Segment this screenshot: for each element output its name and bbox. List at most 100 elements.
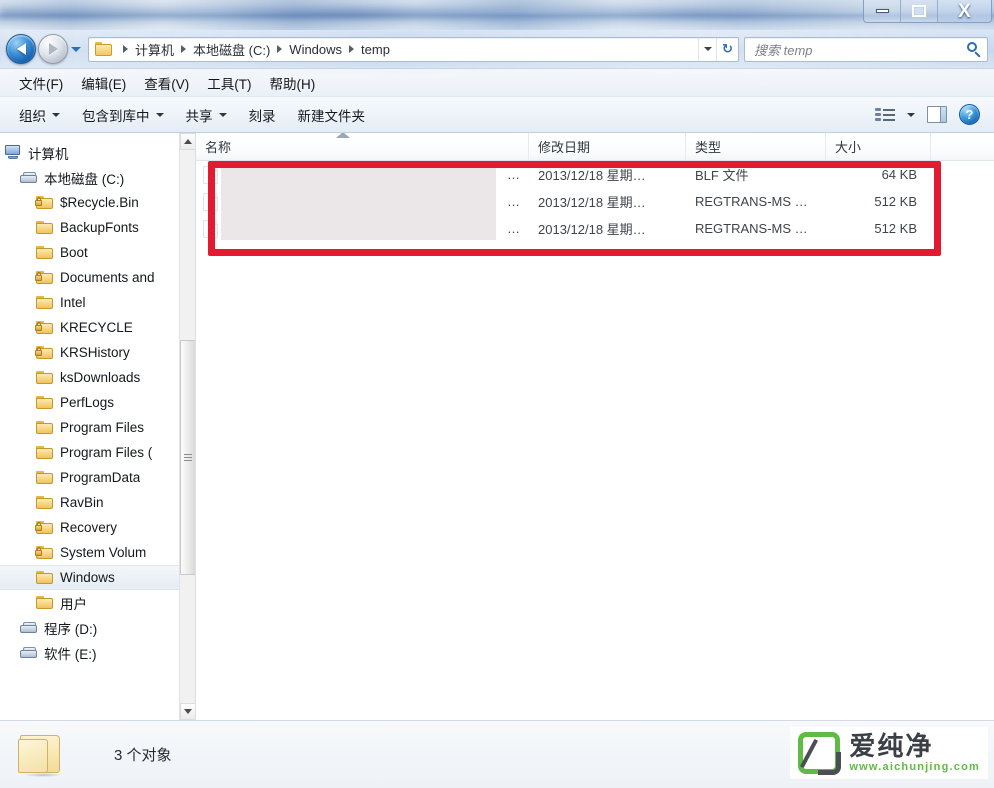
breadcrumb-separator-icon (277, 45, 283, 53)
change-view-button[interactable] (869, 107, 901, 122)
view-options-dropdown[interactable] (901, 112, 921, 117)
sidebar-item-label: Documents and (60, 270, 155, 285)
sidebar-item-program-files[interactable]: Program Files (0, 415, 179, 440)
sidebar-item-intel[interactable]: Intel (0, 290, 179, 315)
title-bar: X (0, 0, 994, 30)
sidebar-item-label: ProgramData (60, 470, 141, 485)
column-header-3[interactable]: 大小 (826, 133, 931, 160)
close-button[interactable]: X (938, 0, 991, 22)
lock-icon (35, 321, 42, 331)
folder-icon (36, 445, 54, 460)
preview-pane-icon (927, 106, 947, 123)
sidebar-item-label: ksDownloads (60, 370, 141, 385)
sidebar-item-programdata[interactable]: ProgramData (0, 465, 179, 490)
lock-icon (35, 546, 42, 556)
sidebar-item-windows[interactable]: Windows (0, 565, 179, 590)
share-button[interactable]: 共享 (175, 101, 238, 129)
sidebar-item-krecycle[interactable]: KRECYCLE (0, 315, 179, 340)
breadcrumb-bar[interactable]: 计算机 本地磁盘 (C:) Windows temp ↻ (88, 36, 739, 62)
sidebar-item-ksdownloads[interactable]: ksDownloads (0, 365, 179, 390)
sidebar-item-[interactable]: 用户 (0, 590, 179, 615)
file-size-cell: 512 KB (874, 194, 917, 209)
column-header-2[interactable]: 类型 (686, 133, 826, 160)
file-date-cell: 2013/12/18 星期… (538, 222, 646, 237)
menu-item-help[interactable]: 帮助(H) (261, 70, 325, 96)
arrow-right-icon (48, 43, 58, 55)
breadcrumb-item-3[interactable]: temp (361, 42, 390, 57)
sidebar-item-program-files[interactable]: Program Files ( (0, 440, 179, 465)
aichunjing-logo-icon (798, 732, 842, 775)
menu-item-file[interactable]: 文件(F) (10, 70, 72, 96)
burn-button[interactable]: 刻录 (238, 101, 287, 129)
navigation-scrollbar[interactable] (179, 133, 195, 720)
sidebar-item-recovery[interactable]: Recovery (0, 515, 179, 540)
drive-icon (20, 171, 38, 185)
menu-bar: 文件(F) 编辑(E) 查看(V) 工具(T) 帮助(H) (0, 68, 994, 97)
sidebar-item-documents-and[interactable]: Documents and (0, 265, 179, 290)
organize-button[interactable]: 组织 (8, 101, 71, 129)
forward-button[interactable] (38, 34, 68, 64)
sidebar-item-label: KRSHistory (60, 345, 130, 360)
chevron-down-icon (703, 47, 712, 51)
arrow-left-icon (16, 43, 26, 55)
sidebar-item-backupfonts[interactable]: BackupFonts (0, 215, 179, 240)
menu-item-edit[interactable]: 编辑(E) (72, 70, 135, 96)
include-in-library-button[interactable]: 包含到库中 (71, 101, 175, 129)
help-button[interactable]: ? (953, 104, 986, 125)
search-icon (966, 41, 983, 58)
column-header-1[interactable]: 修改日期 (529, 133, 686, 160)
sidebar-item-ravbin[interactable]: RavBin (0, 490, 179, 515)
recent-locations-button[interactable] (69, 34, 83, 64)
breadcrumb-item-1[interactable]: 本地磁盘 (C:) (193, 40, 270, 59)
column-header-label: 名称 (205, 139, 232, 155)
column-header-label: 修改日期 (538, 139, 591, 155)
address-dropdown-button[interactable] (698, 37, 716, 61)
sidebar-item-e[interactable]: 软件 (E:) (0, 640, 179, 665)
sidebar-item-recycle-bin[interactable]: $Recycle.Bin (0, 190, 179, 215)
scroll-up-button[interactable] (180, 133, 195, 150)
search-input[interactable]: 搜索 temp (744, 36, 988, 62)
file-icon (203, 165, 218, 184)
back-button[interactable] (6, 34, 36, 64)
menu-item-tools[interactable]: 工具(T) (198, 70, 260, 96)
file-icon (203, 219, 218, 238)
new-folder-button[interactable]: 新建文件夹 (287, 101, 377, 129)
sidebar-item-[interactable]: 计算机 (0, 140, 179, 165)
lock-icon (35, 271, 42, 281)
preview-pane-button[interactable] (921, 106, 953, 123)
sidebar-item-boot[interactable]: Boot (0, 240, 179, 265)
lock-icon (35, 346, 42, 356)
include-in-library-label: 包含到库中 (82, 108, 150, 124)
grip-icon (184, 454, 192, 461)
breadcrumb-item-2[interactable]: Windows (289, 42, 342, 57)
file-date-cell: 2013/12/18 星期… (538, 195, 646, 210)
minimize-icon (875, 9, 889, 13)
maximize-button[interactable] (901, 0, 938, 22)
status-text: 3 个对象 (114, 747, 172, 764)
drive-icon (20, 621, 38, 635)
sidebar-item-d[interactable]: 程序 (D:) (0, 615, 179, 640)
file-size-cell: 512 KB (874, 221, 917, 236)
scroll-down-button[interactable] (180, 703, 195, 720)
breadcrumb: 计算机 本地磁盘 (C:) Windows temp (116, 40, 698, 59)
column-header-0[interactable]: 名称 (196, 133, 529, 160)
share-label: 共享 (185, 108, 213, 124)
minimize-button[interactable] (864, 0, 901, 22)
watermark: 爱纯净 www.aichunjing.com (790, 727, 988, 779)
sidebar-item-krshistory[interactable]: KRSHistory (0, 340, 179, 365)
folder-icon (36, 370, 54, 385)
sidebar-item-label: Windows (60, 570, 115, 585)
sidebar-item-label: 程序 (D:) (44, 621, 98, 637)
refresh-button[interactable]: ↻ (716, 37, 738, 61)
menu-item-view[interactable]: 查看(V) (135, 70, 198, 96)
chevron-down-icon (52, 112, 60, 117)
scrollbar-thumb[interactable] (180, 340, 195, 575)
sidebar-item-perflogs[interactable]: PerfLogs (0, 390, 179, 415)
sidebar-item-label: PerfLogs (60, 395, 115, 410)
breadcrumb-item-0[interactable]: 计算机 (135, 40, 174, 59)
sidebar-item-label: RavBin (60, 495, 104, 510)
sidebar-item-c[interactable]: 本地磁盘 (C:) (0, 165, 179, 190)
sidebar-item-label: BackupFonts (60, 220, 139, 235)
watermark-brand: 爱纯净 (849, 731, 934, 761)
sidebar-item-system-volum[interactable]: System Volum (0, 540, 179, 565)
